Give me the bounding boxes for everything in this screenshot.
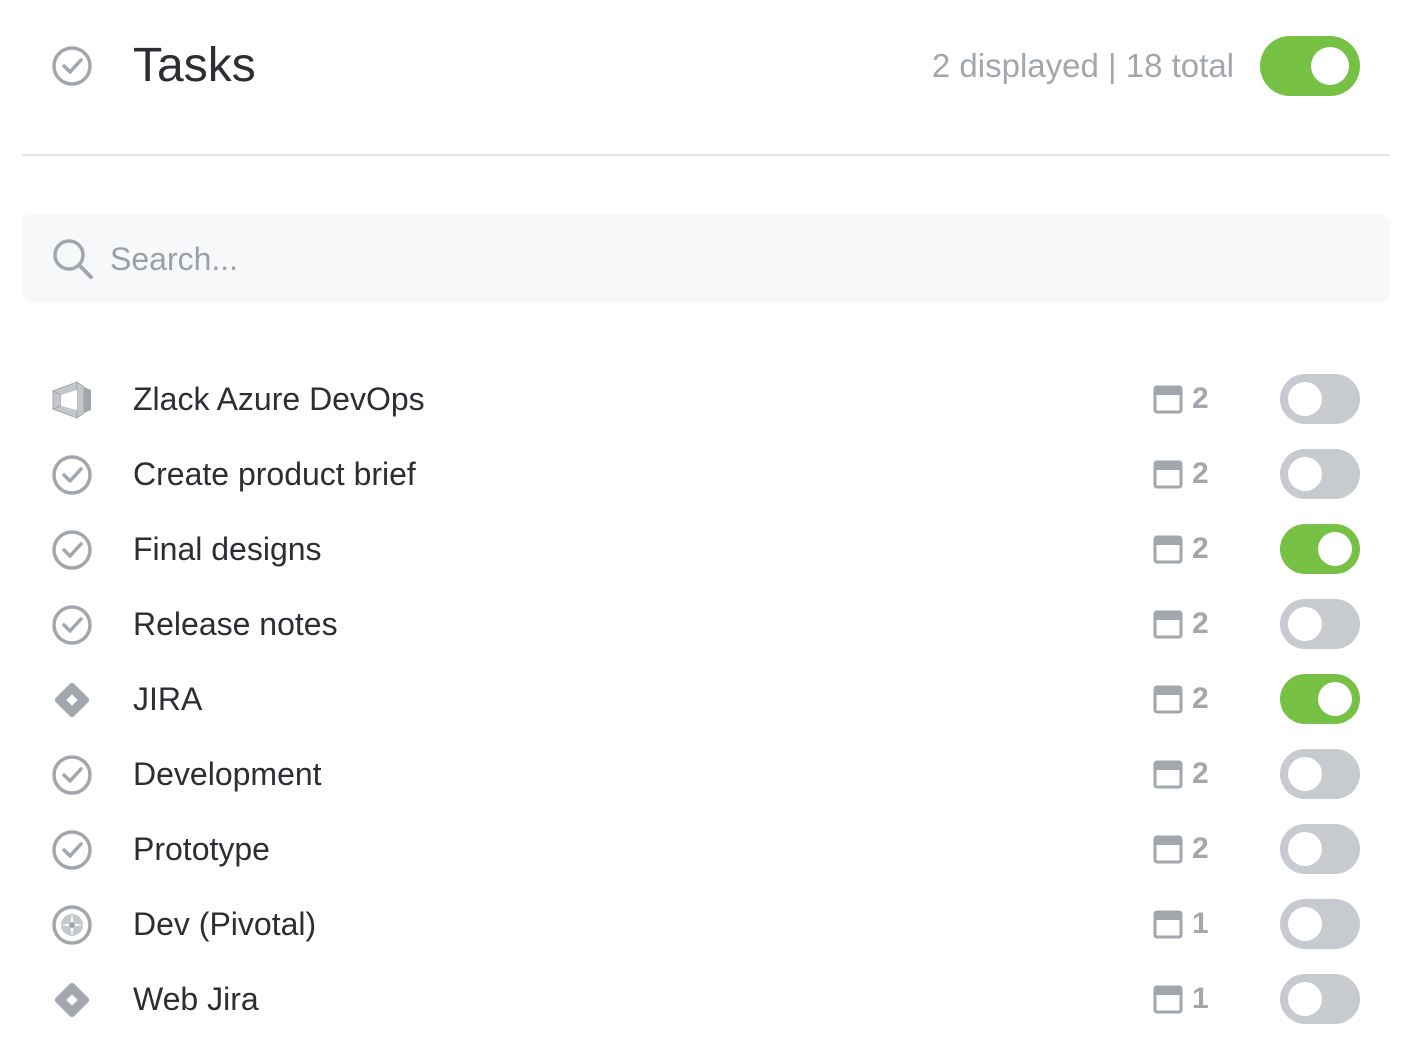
task-name: Development bbox=[133, 756, 322, 792]
task-toggle[interactable] bbox=[1280, 749, 1360, 799]
toggle-knob bbox=[1318, 532, 1352, 566]
task-item-count: 2 bbox=[1192, 757, 1209, 790]
task-name: Web Jira bbox=[133, 981, 259, 1017]
calendar-icon bbox=[1153, 760, 1183, 789]
task-name: Prototype bbox=[133, 831, 270, 867]
task-item-count: 2 bbox=[1192, 457, 1209, 490]
calendar-icon bbox=[1153, 985, 1183, 1014]
task-name: Release notes bbox=[133, 606, 338, 642]
check-circle-icon bbox=[50, 453, 94, 497]
toggle-knob bbox=[1318, 682, 1352, 716]
toggle-knob bbox=[1288, 607, 1322, 641]
task-toggle[interactable] bbox=[1280, 824, 1360, 874]
calendar-icon bbox=[1153, 460, 1183, 489]
tasks-panel: Tasks 2 displayed | 18 total Zlack Azure… bbox=[0, 0, 1422, 1058]
task-row[interactable]: Prototype 2 bbox=[0, 812, 1422, 887]
task-count-summary: 2 displayed | 18 total bbox=[931, 47, 1234, 84]
task-row[interactable]: Dev (Pivotal) 1 bbox=[0, 887, 1422, 962]
jira-icon bbox=[50, 978, 94, 1022]
task-list: Zlack Azure DevOps 2 Create product brief… bbox=[0, 362, 1422, 1037]
task-name: Create product brief bbox=[133, 456, 416, 492]
task-toggle[interactable] bbox=[1280, 899, 1360, 949]
toggle-knob bbox=[1311, 47, 1349, 85]
task-name: Zlack Azure DevOps bbox=[133, 381, 425, 417]
header-divider bbox=[22, 154, 1390, 156]
search-icon bbox=[53, 239, 93, 279]
check-circle-icon bbox=[52, 46, 92, 86]
task-row[interactable]: Release notes 2 bbox=[0, 587, 1422, 662]
calendar-icon bbox=[1153, 385, 1183, 414]
task-item-count: 1 bbox=[1192, 907, 1209, 940]
azure-devops-icon bbox=[50, 378, 94, 422]
check-circle-icon bbox=[50, 828, 94, 872]
toggle-knob bbox=[1288, 907, 1322, 941]
calendar-icon bbox=[1153, 535, 1183, 564]
calendar-icon bbox=[1153, 910, 1183, 939]
jira-icon bbox=[50, 678, 94, 722]
task-toggle[interactable] bbox=[1280, 599, 1360, 649]
check-circle-icon bbox=[50, 603, 94, 647]
task-toggle[interactable] bbox=[1280, 524, 1360, 574]
task-item-count: 2 bbox=[1192, 607, 1209, 640]
calendar-icon bbox=[1153, 610, 1183, 639]
search-bar bbox=[22, 214, 1390, 303]
task-row[interactable]: JIRA 2 bbox=[0, 662, 1422, 737]
panel-header: Tasks 2 displayed | 18 total bbox=[0, 0, 1422, 132]
toggle-knob bbox=[1288, 757, 1322, 791]
check-circle-icon bbox=[50, 528, 94, 572]
master-toggle[interactable] bbox=[1260, 36, 1360, 96]
task-name: JIRA bbox=[133, 681, 203, 717]
calendar-icon bbox=[1153, 685, 1183, 714]
search-input[interactable] bbox=[110, 232, 1350, 286]
toggle-knob bbox=[1288, 382, 1322, 416]
task-name: Final designs bbox=[133, 531, 322, 567]
task-toggle[interactable] bbox=[1280, 674, 1360, 724]
task-item-count: 2 bbox=[1192, 382, 1209, 415]
page-title: Tasks bbox=[133, 39, 256, 92]
toggle-knob bbox=[1288, 982, 1322, 1016]
task-toggle[interactable] bbox=[1280, 974, 1360, 1024]
check-circle-icon bbox=[50, 753, 94, 797]
task-row[interactable]: Final designs 2 bbox=[0, 512, 1422, 587]
task-row[interactable]: Web Jira 1 bbox=[0, 962, 1422, 1037]
task-item-count: 2 bbox=[1192, 682, 1209, 715]
toggle-knob bbox=[1288, 832, 1322, 866]
calendar-icon bbox=[1153, 835, 1183, 864]
task-row[interactable]: Development 2 bbox=[0, 737, 1422, 812]
task-item-count: 2 bbox=[1192, 532, 1209, 565]
pivotal-icon bbox=[50, 903, 94, 947]
task-item-count: 2 bbox=[1192, 832, 1209, 865]
task-item-count: 1 bbox=[1192, 982, 1209, 1015]
task-row[interactable]: Zlack Azure DevOps 2 bbox=[0, 362, 1422, 437]
task-name: Dev (Pivotal) bbox=[133, 906, 317, 942]
task-row[interactable]: Create product brief 2 bbox=[0, 437, 1422, 512]
toggle-knob bbox=[1288, 457, 1322, 491]
task-toggle[interactable] bbox=[1280, 449, 1360, 499]
task-toggle[interactable] bbox=[1280, 374, 1360, 424]
